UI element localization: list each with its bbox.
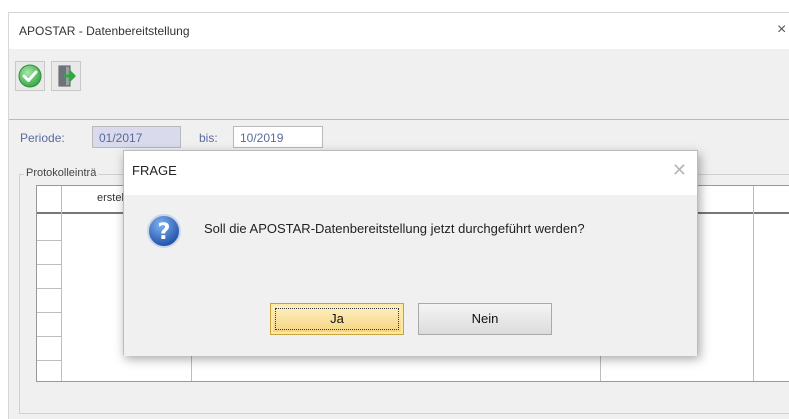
dialog-body: ? Soll die APOSTAR-Datenbereitstellung j… — [124, 195, 697, 356]
no-button-label: Nein — [471, 311, 499, 326]
grid-row-line — [37, 360, 61, 361]
question-dialog: FRAGE ✕ ? Soll die APOSTAR-Datenbereitst… — [123, 150, 698, 356]
yes-button[interactable]: Ja — [270, 303, 404, 335]
dialog-titlebar: FRAGE ✕ — [124, 151, 697, 195]
period-row: Periode: 01/2017 bis: 10/2019 — [9, 125, 789, 149]
window-close-icon[interactable]: × — [777, 21, 789, 39]
period-to-label: bis: — [199, 131, 218, 145]
svg-text:?: ? — [158, 220, 171, 245]
dialog-message: Soll die APOSTAR-Datenbereitstellung jet… — [204, 221, 585, 236]
window-titlebar: APOSTAR - Datenbereitstellung × — [9, 13, 789, 49]
grid-row-line — [37, 336, 61, 337]
column-header-created[interactable]: erstel — [97, 192, 124, 204]
window-title: APOSTAR - Datenbereitstellung — [19, 24, 190, 38]
grid-row-line — [37, 312, 61, 313]
dialog-close-icon[interactable]: ✕ — [672, 160, 687, 181]
question-icon: ? — [147, 214, 181, 248]
exit-door-icon — [58, 65, 76, 87]
toolbar — [9, 49, 789, 120]
confirm-button[interactable] — [15, 61, 45, 91]
check-circle-icon — [18, 64, 42, 88]
grid-row-line — [37, 288, 61, 289]
grid-divider — [753, 186, 754, 381]
protocol-legend: Protokolleinträ — [24, 167, 99, 179]
grid-row-line — [37, 264, 61, 265]
exit-button[interactable] — [51, 61, 81, 91]
period-to-input[interactable]: 10/2019 — [233, 126, 323, 148]
grid-row-line — [37, 240, 61, 241]
grid-divider — [61, 186, 62, 381]
period-label: Periode: — [20, 131, 65, 145]
no-button[interactable]: Nein — [418, 303, 552, 335]
dialog-title: FRAGE — [132, 163, 177, 178]
period-from-input[interactable]: 01/2017 — [92, 126, 181, 148]
focus-rectangle — [275, 308, 399, 330]
